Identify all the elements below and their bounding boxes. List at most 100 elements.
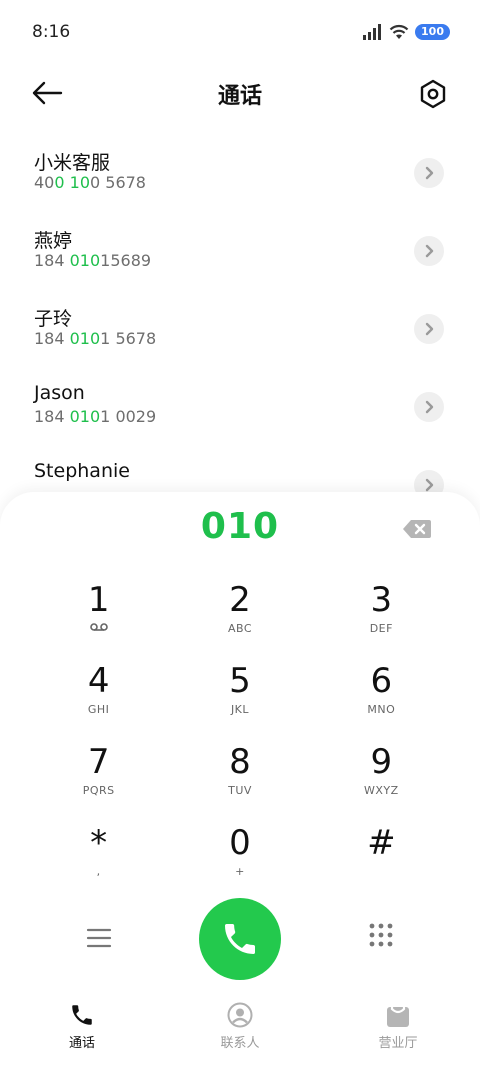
- menu-button[interactable]: [86, 926, 112, 950]
- number-match-highlight: 010: [69, 329, 101, 348]
- key-digit: 5: [229, 661, 251, 701]
- keypad-key[interactable]: 4 GHI: [28, 661, 169, 742]
- number-segment: 1 5678: [100, 329, 157, 348]
- contact-name: 小米客服: [34, 152, 111, 174]
- chevron-right-icon: [425, 244, 434, 258]
- number-segment: 0 5678: [90, 173, 146, 192]
- chevron-right-icon: [425, 166, 434, 180]
- number-segment: 184: [34, 251, 70, 270]
- contact-number: 400 100 5678: [34, 173, 480, 192]
- number-match-highlight: 010: [69, 251, 101, 270]
- number-match-highlight: 0: [54, 173, 65, 192]
- number-segment: 184: [34, 329, 70, 348]
- key-digit: 4: [87, 661, 110, 701]
- key-letters: DEF: [369, 622, 393, 635]
- contacts-icon: [227, 1002, 253, 1028]
- wifi-icon: [389, 24, 409, 39]
- keypad-key[interactable]: 3 DEF: [311, 580, 452, 661]
- keypad-key[interactable]: 1: [28, 580, 169, 661]
- contact-list: 小米客服 400 100 5678 燕婷 184 01015689 子玲 184 0101…: [0, 140, 480, 530]
- store-bag-icon: [387, 1003, 409, 1027]
- key-digit: *: [90, 823, 108, 863]
- keypad-key[interactable]: *,: [28, 823, 169, 904]
- key-digit: 8: [229, 742, 251, 782]
- key-letters: ABC: [227, 622, 253, 635]
- key-letters: PQRS: [82, 784, 115, 797]
- number-segment: 1 0029: [100, 407, 157, 426]
- page-title: 通话: [217, 84, 262, 109]
- phone-icon: [225, 924, 255, 954]
- keypad-key[interactable]: 2 ABC: [169, 580, 310, 661]
- keypad-key[interactable]: 8 TUV: [169, 742, 310, 823]
- status-bar: 8:16 100: [0, 0, 480, 64]
- number-segment: 15689: [100, 251, 152, 270]
- contact-detail-button[interactable]: [414, 158, 444, 188]
- contact-detail-button[interactable]: [414, 236, 444, 266]
- keypad-key[interactable]: #: [311, 823, 452, 904]
- key-digit: #: [367, 823, 396, 863]
- key-letters: MNO: [367, 703, 396, 716]
- number-segment: 184: [34, 407, 70, 426]
- key-letters: JKL: [230, 703, 250, 716]
- tab-label: 通话: [68, 1036, 95, 1051]
- chevron-right-icon: [425, 478, 434, 492]
- tab-store[interactable]: 营业厅: [348, 1002, 448, 1051]
- keypad-key[interactable]: 6 MNO: [311, 661, 452, 742]
- contact-detail-button[interactable]: [414, 314, 444, 344]
- contact-detail-button[interactable]: [414, 392, 444, 422]
- action-row: [0, 898, 480, 980]
- keypad: 1 2 ABC 3 DEF 4 GHI 5 JKL 6 MNO 7 PQRS 8 TUV 9 WXYZ *, 0 + #: [28, 580, 452, 904]
- key-digit: 3: [370, 580, 393, 620]
- number-match-highlight: 010: [69, 407, 101, 426]
- key-digit: 0: [229, 823, 251, 863]
- contact-number: 184 0101 0029: [34, 407, 480, 426]
- dialer-panel: 010 1 2 ABC 3 DEF 4 GHI 5 JKL 6 MNO 7 PQRS 8 TUV 9 WXYZ *…: [0, 492, 480, 1067]
- title-bar: 通话: [0, 70, 480, 118]
- keypad-key[interactable]: 5 JKL: [169, 661, 310, 742]
- keypad-toggle-button[interactable]: [368, 922, 394, 948]
- number-match-highlight: 10: [69, 173, 90, 192]
- key-digit: 2: [229, 580, 251, 620]
- contact-row[interactable]: Jason 184 0101 0029: [0, 374, 480, 452]
- chevron-right-icon: [425, 322, 434, 336]
- key-letters: ,: [96, 865, 101, 878]
- settings-button[interactable]: [418, 78, 448, 110]
- chevron-right-icon: [425, 400, 434, 414]
- keypad-key[interactable]: 9 WXYZ: [311, 742, 452, 823]
- tab-label: 营业厅: [378, 1036, 418, 1051]
- key-letters: +: [235, 865, 245, 878]
- status-icons: 100: [363, 24, 450, 40]
- dialpad-icon: [369, 923, 393, 947]
- contact-row[interactable]: 子玲 184 0101 5678: [0, 296, 480, 374]
- phone-icon: [72, 1005, 92, 1025]
- voicemail-icon: [89, 622, 108, 636]
- tab-label: 联系人: [220, 1036, 260, 1051]
- backspace-button[interactable]: [402, 518, 432, 540]
- contact-number: 184 01015689: [34, 251, 480, 270]
- menu-icon: [86, 928, 112, 948]
- keypad-key[interactable]: 0 +: [169, 823, 310, 904]
- contact-name: Jason: [34, 382, 85, 404]
- contact-name: 子玲: [34, 308, 73, 330]
- contact-row[interactable]: 燕婷 184 01015689: [0, 218, 480, 296]
- key-letters: GHI: [87, 703, 110, 716]
- number-segment: 40: [34, 173, 55, 192]
- call-button[interactable]: [199, 898, 281, 980]
- bottom-tab-bar: 通话 联系人 营业厅: [0, 1002, 480, 1062]
- tab-contacts[interactable]: 联系人: [190, 1002, 290, 1051]
- settings-hexagon-icon: [420, 79, 446, 109]
- keypad-key[interactable]: 7 PQRS: [28, 742, 169, 823]
- status-time: 8:16: [32, 22, 71, 42]
- contact-name: Stephanie: [34, 460, 130, 482]
- key-digit: 7: [87, 742, 110, 782]
- battery-icon: 100: [415, 24, 450, 40]
- key-letters: WXYZ: [363, 784, 399, 797]
- backspace-icon: [403, 520, 431, 538]
- tab-calls[interactable]: 通话: [32, 1002, 132, 1051]
- key-digit: 6: [370, 661, 393, 701]
- key-letters: TUV: [228, 784, 252, 797]
- contact-row[interactable]: 小米客服 400 100 5678: [0, 140, 480, 218]
- contact-name: 燕婷: [34, 230, 73, 252]
- key-digit: 9: [370, 742, 393, 782]
- contact-number: 184 0101 5678: [34, 329, 480, 348]
